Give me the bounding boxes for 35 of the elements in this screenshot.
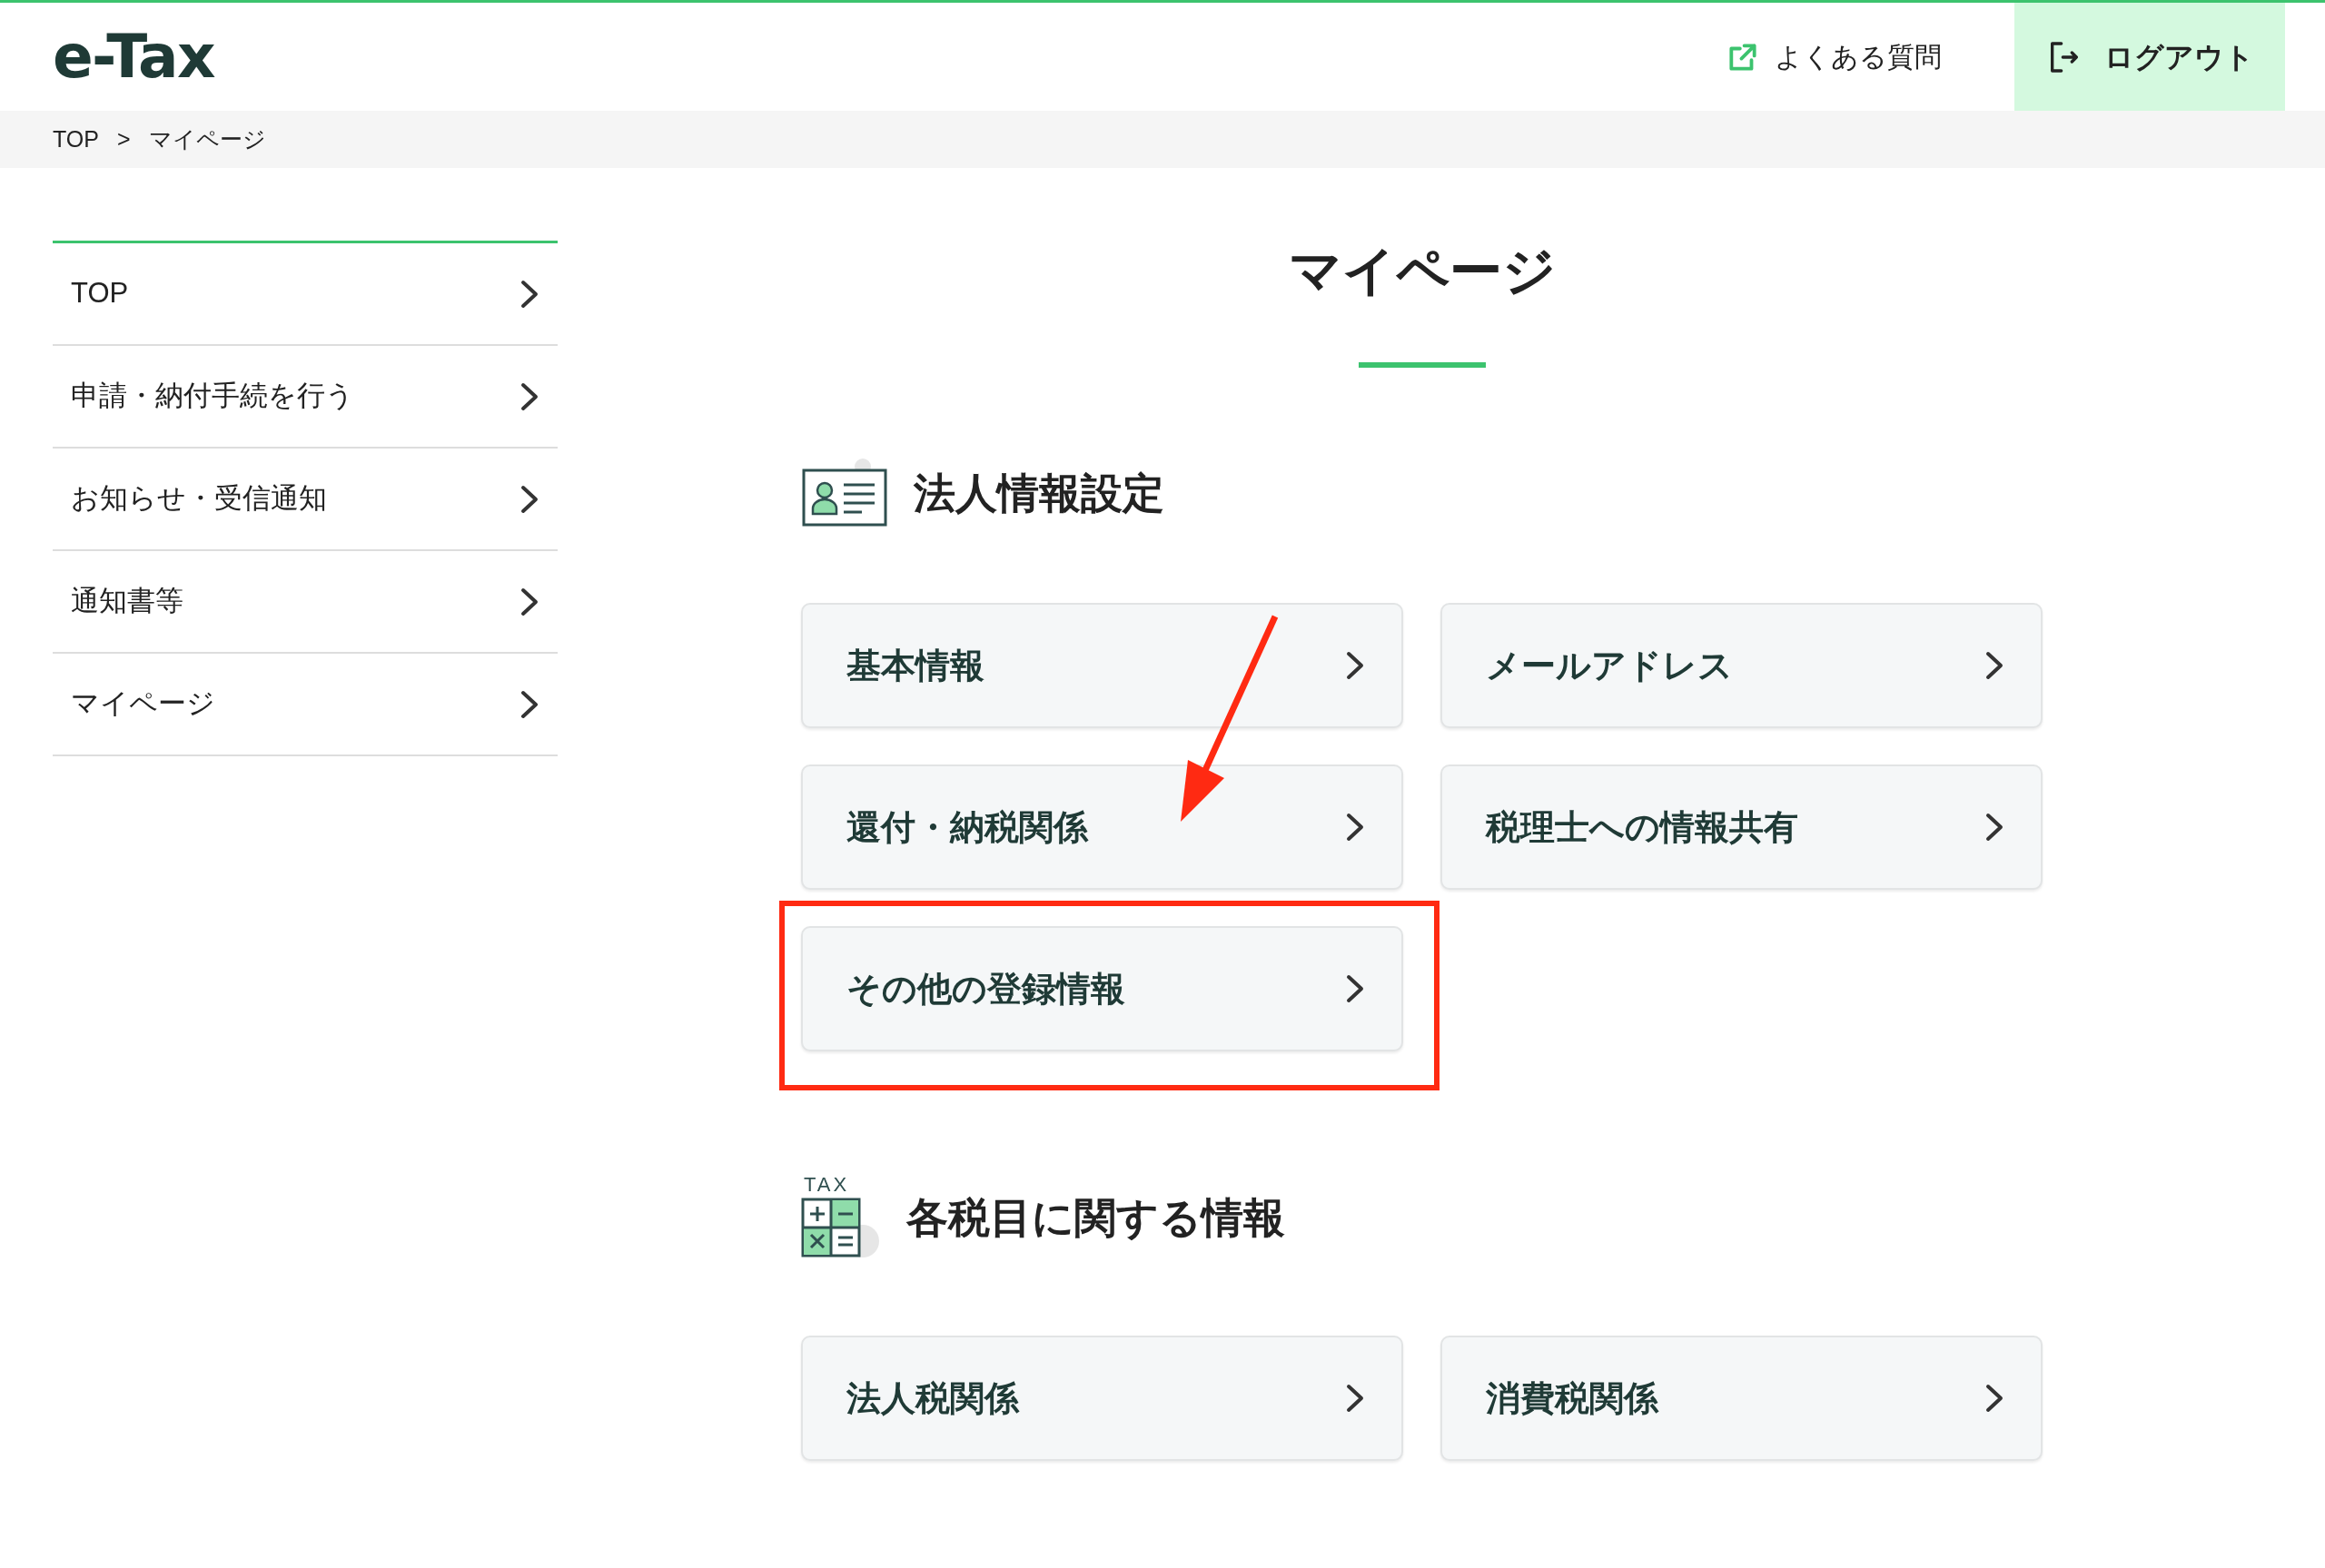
sidebar-item[interactable]: TOP — [53, 243, 558, 346]
chevron-right-icon — [1984, 812, 2004, 843]
sidebar-item[interactable]: 申請・納付手続を行う — [53, 346, 558, 449]
breadcrumb-link[interactable]: TOP — [53, 122, 99, 157]
chevron-right-icon — [519, 278, 539, 310]
logout-button[interactable]: ログアウト — [2014, 3, 2285, 111]
chevron-right-icon — [519, 483, 539, 515]
sidebar-item[interactable]: お知らせ・受信通知 — [53, 449, 558, 551]
id-card-icon — [801, 458, 888, 528]
sidebar-item[interactable]: マイページ — [53, 654, 558, 756]
breadcrumb-separator: > — [116, 124, 131, 153]
chevron-right-icon — [1984, 1383, 2004, 1414]
chevron-right-icon — [1345, 973, 1365, 1004]
page-title: マイページ — [1287, 244, 1557, 297]
sidebar-item[interactable]: 通知書等 — [53, 551, 558, 654]
chevron-right-icon — [519, 380, 539, 412]
chevron-right-icon — [1345, 812, 1365, 843]
section-heading: 各税目に関する情報 — [906, 1193, 1285, 1243]
breadcrumb-link[interactable]: マイページ — [148, 122, 266, 157]
faq-link[interactable]: よくある質問 — [1726, 36, 1942, 77]
menu-card[interactable]: 基本情報 — [801, 603, 1403, 728]
chevron-right-icon — [1345, 1383, 1365, 1414]
chevron-right-icon — [1345, 650, 1365, 681]
chevron-right-icon — [519, 688, 539, 720]
menu-card[interactable]: 税理士への情報共有 — [1440, 764, 2043, 890]
menu-card[interactable]: 還付・納税関係 — [801, 764, 1403, 890]
icon-label: TAX — [804, 1175, 850, 1195]
chevron-right-icon — [519, 586, 539, 617]
section-heading: 法人情報設定 — [914, 468, 1164, 518]
menu-card[interactable]: その他の登録情報 — [801, 926, 1403, 1051]
chevron-right-icon — [1984, 650, 2004, 681]
menu-card[interactable]: 法人税関係 — [801, 1336, 1403, 1461]
menu-card[interactable]: 消費税関係 — [1440, 1336, 2043, 1461]
menu-card[interactable]: メールアドレス — [1440, 603, 2043, 728]
etax-logo[interactable]: e-Tax — [53, 12, 214, 102]
